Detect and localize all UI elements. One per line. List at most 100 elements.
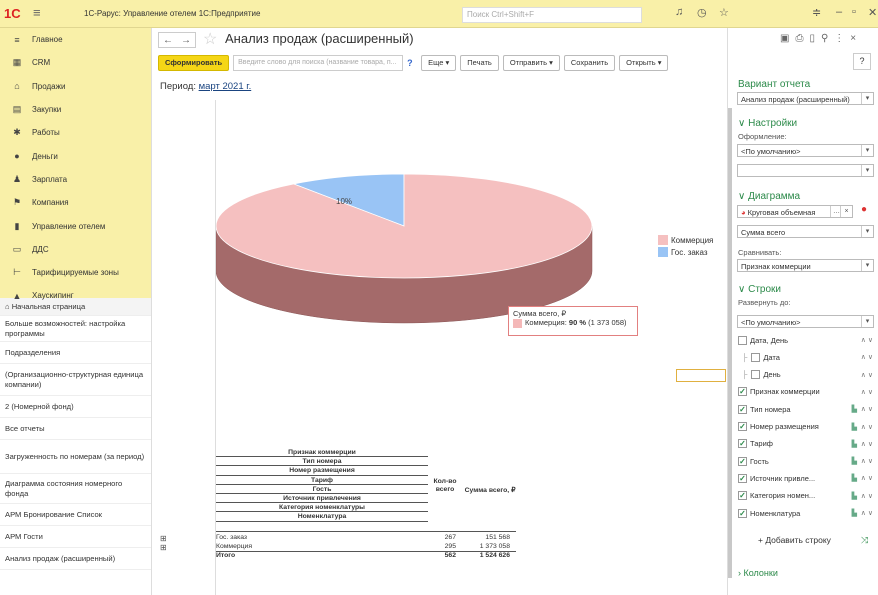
field-checkbox[interactable]: ✓ bbox=[738, 439, 747, 449]
dropdown-icon[interactable]: ▾ bbox=[861, 316, 873, 327]
move-arrows[interactable]: ∧ ∨ bbox=[861, 457, 873, 465]
back-icon[interactable]: ← bbox=[163, 35, 173, 46]
favorite-star-icon[interactable]: ☆ bbox=[203, 29, 217, 49]
field-checkbox[interactable]: ✓ bbox=[738, 387, 747, 397]
field-row[interactable]: ✓ Номер размещения ▙ ∧ ∨ bbox=[738, 421, 873, 433]
menu-icon[interactable]: ≡ bbox=[33, 5, 41, 20]
expand-select[interactable]: <По умолчанию> ▾ bbox=[737, 315, 874, 328]
field-row[interactable]: ✓ Признак коммерции ∧ ∨ bbox=[738, 386, 873, 398]
rows-title[interactable]: ∨ Строки bbox=[738, 284, 781, 295]
section-item[interactable]: ♟ Зарплата bbox=[0, 168, 151, 191]
section-item[interactable]: ⊢ Тарифицируемые зоны bbox=[0, 261, 151, 284]
help-icon[interactable]: ? bbox=[407, 58, 417, 68]
open-window-item[interactable]: Анализ продаж (расширенный) bbox=[0, 548, 151, 570]
move-arrows[interactable]: ∧ ∨ bbox=[861, 336, 873, 344]
print-button[interactable]: Печать bbox=[460, 54, 499, 71]
forward-icon[interactable]: → bbox=[181, 35, 191, 46]
move-arrows[interactable]: ∧ ∨ bbox=[861, 371, 873, 379]
grouping-icon[interactable]: ▙ bbox=[852, 440, 857, 448]
field-row[interactable]: ✓ Категория номен... ▙ ∧ ∨ bbox=[738, 490, 873, 502]
move-arrows[interactable]: ∧ ∨ bbox=[861, 440, 873, 448]
more-button[interactable]: Еще ▾ bbox=[421, 54, 457, 71]
open-window-item[interactable]: Подразделения bbox=[0, 342, 151, 364]
dropdown-icon[interactable]: ▾ bbox=[861, 93, 873, 104]
close-icon[interactable]: ✕ bbox=[868, 6, 877, 19]
bell-icon[interactable]: ♫ bbox=[675, 6, 683, 18]
section-item[interactable]: ▮ Управление отелем bbox=[0, 214, 151, 237]
move-arrows[interactable]: ∧ ∨ bbox=[861, 474, 873, 482]
open-window-item[interactable]: ⌂ Начальная страница bbox=[0, 298, 151, 316]
open-window-item[interactable]: 2 (Номерной фонд) bbox=[0, 396, 151, 418]
save-icon[interactable]: ▣ bbox=[780, 33, 795, 44]
section-item[interactable]: ⌂ Продажи bbox=[0, 75, 151, 98]
field-row[interactable]: ✓ Источник привле... ▙ ∧ ∨ bbox=[738, 472, 873, 484]
print-icon[interactable]: ⎙ bbox=[795, 33, 809, 44]
grouping-icon[interactable]: ▙ bbox=[852, 492, 857, 500]
settings-title[interactable]: ∨ Настройки bbox=[738, 118, 797, 129]
field-checkbox[interactable] bbox=[751, 370, 761, 380]
history-icon[interactable]: ◷ bbox=[697, 6, 707, 19]
expand-icon[interactable]: ⊞ bbox=[160, 543, 167, 552]
grouping-icon[interactable]: ▙ bbox=[852, 423, 857, 431]
open-button[interactable]: Открыть ▾ bbox=[619, 54, 669, 71]
generate-button[interactable]: Сформировать bbox=[158, 54, 230, 71]
add-row-button[interactable]: + Добавить строку bbox=[758, 535, 831, 545]
field-checkbox[interactable]: ✓ bbox=[738, 404, 747, 414]
settings-menu-icon[interactable]: ≑ bbox=[812, 6, 821, 19]
open-window-item[interactable]: АРМ Бронирование Список bbox=[0, 504, 151, 526]
global-search-input[interactable]: Поиск Ctrl+Shift+F bbox=[462, 7, 642, 23]
chart-title[interactable]: ∨ Диаграмма bbox=[738, 191, 800, 202]
section-item[interactable]: ⚑ Компания bbox=[0, 191, 151, 214]
design-select[interactable]: <По умолчанию> ▾ bbox=[737, 144, 874, 157]
field-row[interactable]: ✓ Гость ▙ ∧ ∨ bbox=[738, 455, 873, 467]
section-item[interactable]: ▤ Закупки bbox=[0, 98, 151, 121]
open-window-item[interactable]: Диаграмма состояния номерного фонда bbox=[0, 474, 151, 504]
help-button[interactable]: ? bbox=[853, 53, 871, 70]
open-window-item[interactable]: Загруженность по номерам (за период) bbox=[0, 440, 151, 474]
link-icon[interactable]: ⚲ bbox=[821, 33, 834, 44]
navigation-arrows[interactable]: ← → bbox=[158, 32, 196, 48]
section-item[interactable]: ▭ ДДС bbox=[0, 238, 151, 261]
compare-select[interactable]: Признак коммерции ▾ bbox=[737, 259, 874, 272]
report-search-input[interactable]: Введите слово для поиска (название товар… bbox=[233, 54, 404, 71]
extra-select[interactable]: ▾ bbox=[737, 164, 874, 177]
move-arrows[interactable]: ∧ ∨ bbox=[861, 423, 873, 431]
field-checkbox[interactable]: ✓ bbox=[738, 491, 747, 501]
section-item[interactable]: ● Деньги bbox=[0, 144, 151, 167]
field-checkbox[interactable]: ✓ bbox=[738, 473, 747, 483]
move-arrows[interactable]: ∧ ∨ bbox=[861, 353, 873, 361]
field-checkbox[interactable]: ✓ bbox=[738, 508, 747, 518]
field-row[interactable]: ✓ Тип номера ▙ ∧ ∨ bbox=[738, 403, 873, 415]
columns-title[interactable]: › Колонки bbox=[738, 568, 778, 578]
section-item[interactable]: ≡ Главное bbox=[0, 28, 151, 51]
expand-icon[interactable]: ⊞ bbox=[160, 534, 167, 543]
pie-slice-0[interactable] bbox=[216, 173, 593, 279]
open-window-item[interactable]: Все отчеты bbox=[0, 418, 151, 440]
measure-select[interactable]: Сумма всего ▾ bbox=[737, 225, 874, 238]
grouping-icon[interactable]: ▙ bbox=[852, 474, 857, 482]
section-item[interactable]: ▦ CRM bbox=[0, 51, 151, 74]
field-row[interactable]: Дата, День ∧ ∨ bbox=[738, 334, 873, 346]
minimize-icon[interactable]: – bbox=[836, 6, 842, 18]
move-arrows[interactable]: ∧ ∨ bbox=[861, 492, 873, 500]
dropdown-icon[interactable]: ▾ bbox=[861, 260, 873, 271]
chart-type-select[interactable]: ◕ Круговая объемная… × bbox=[737, 205, 853, 218]
move-arrows[interactable]: ∧ ∨ bbox=[861, 388, 873, 396]
chart-color-icon[interactable]: ● bbox=[861, 204, 867, 215]
field-checkbox[interactable]: ✓ bbox=[738, 456, 747, 466]
star-icon[interactable]: ☆ bbox=[719, 6, 729, 19]
preview-icon[interactable]: ▯ bbox=[809, 33, 821, 44]
send-button[interactable]: Отправить ▾ bbox=[502, 54, 560, 71]
field-row[interactable]: ✓ Тариф ▙ ∧ ∨ bbox=[738, 438, 873, 450]
grouping-icon[interactable]: ▙ bbox=[852, 509, 857, 517]
field-checkbox[interactable]: ✓ bbox=[738, 422, 747, 431]
save-button[interactable]: Сохранить bbox=[563, 54, 616, 71]
shuffle-icon[interactable]: ⤨ bbox=[861, 535, 868, 546]
field-checkbox[interactable] bbox=[751, 352, 761, 362]
open-window-item[interactable]: (Организационно-структурная единица комп… bbox=[0, 364, 151, 396]
field-row[interactable]: ✓ Номенклатура ▙ ∧ ∨ bbox=[738, 507, 873, 519]
dropdown-icon[interactable]: ▾ bbox=[861, 226, 873, 237]
scrollbar[interactable] bbox=[728, 108, 732, 578]
dropdown-icon[interactable]: ▾ bbox=[861, 165, 873, 176]
field-row[interactable]: ├ Дата ∧ ∨ bbox=[738, 351, 873, 363]
